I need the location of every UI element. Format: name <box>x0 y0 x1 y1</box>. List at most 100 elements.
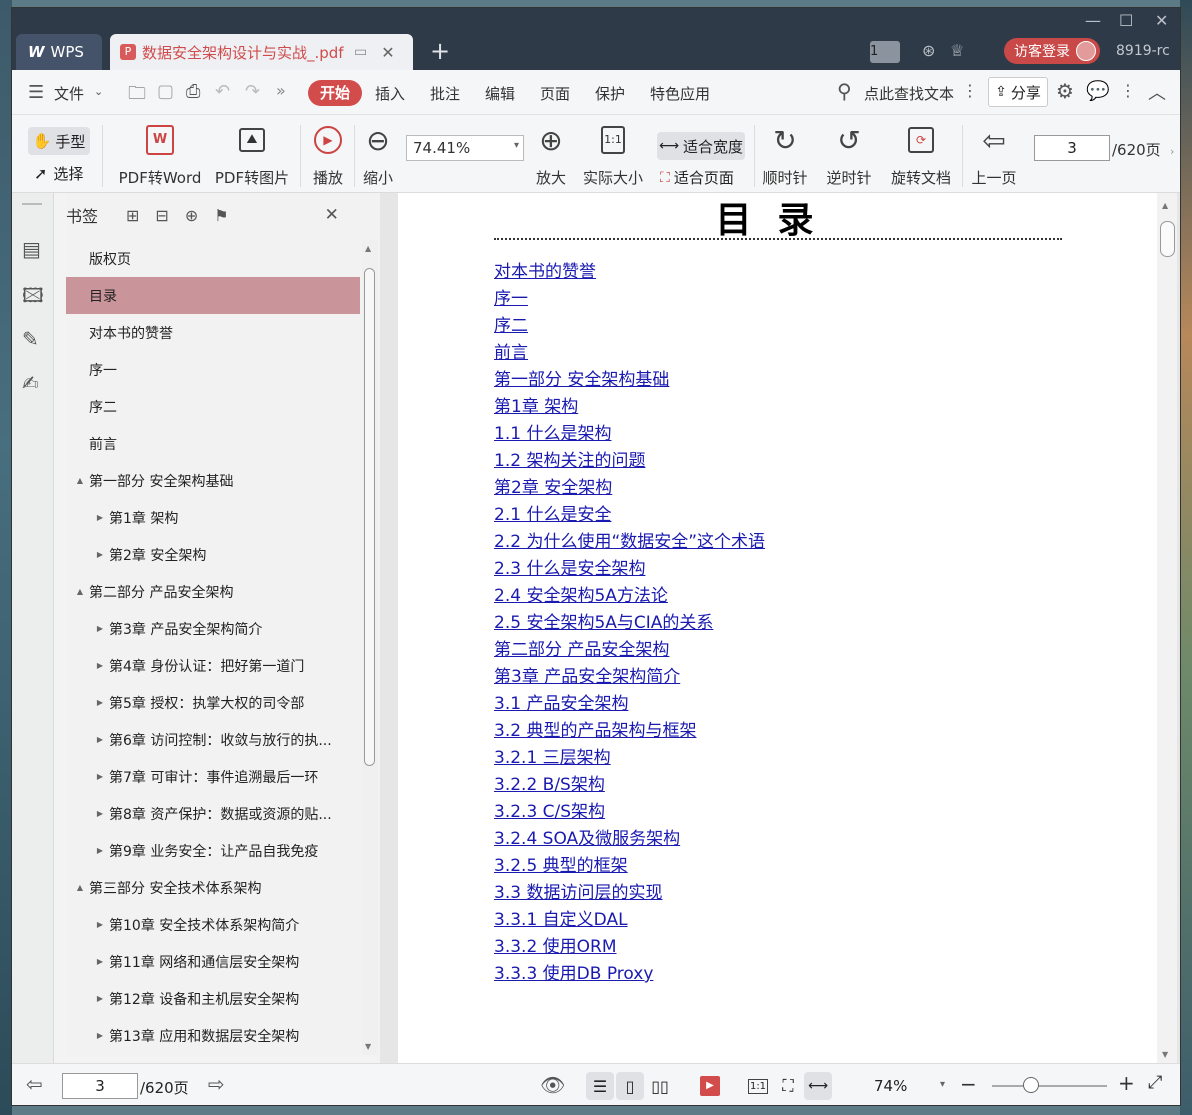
prev-page-arrow-icon[interactable]: ⇦ <box>26 1072 43 1096</box>
tab-wps-home[interactable]: W WPS <box>16 34 102 70</box>
play-button[interactable]: ▶ 播放 <box>306 123 350 188</box>
save-icon[interactable]: ▢ <box>157 81 174 102</box>
expand-toggle-icon[interactable]: ▲ <box>74 587 86 596</box>
toc-link[interactable]: 第二部分 产品安全架构 <box>494 637 765 664</box>
toc-link[interactable]: 3.3.2 使用ORM <box>494 934 765 961</box>
expand-toggle-icon[interactable]: ▲ <box>74 476 86 485</box>
expand-toggle-icon[interactable]: ▶ <box>94 698 106 707</box>
toc-link[interactable]: 3.2.4 SOA及微服务架构 <box>494 826 765 853</box>
toc-link[interactable]: 3.2.2 B/S架构 <box>494 772 765 799</box>
scroll-up-arrow-icon[interactable]: ▲ <box>365 244 371 253</box>
chevron-down-icon[interactable]: ⌄ <box>94 85 103 98</box>
two-page-view-button[interactable]: ▯▯ <box>646 1072 674 1100</box>
toc-link[interactable]: 2.4 安全架构5A方法论 <box>494 583 765 610</box>
thumbnail-icon[interactable]: 🖾 <box>22 281 44 315</box>
zoom-level-select[interactable]: 74.41% ▾ <box>406 135 524 161</box>
page-number-input[interactable]: 3 <box>1034 135 1110 161</box>
scroll-down-arrow-icon[interactable]: ▼ <box>1162 1050 1168 1059</box>
bookmark-flag-icon[interactable]: ⚑ <box>214 206 228 225</box>
zoom-slider-knob[interactable] <box>1023 1077 1039 1093</box>
expand-toggle-icon[interactable]: ▶ <box>94 1031 106 1040</box>
fit-width-status-button[interactable]: ⟷ <box>804 1072 832 1100</box>
undo-icon[interactable]: ↶ <box>215 81 230 102</box>
expand-toggle-icon[interactable]: ▶ <box>94 957 106 966</box>
toc-link[interactable]: 第3章 产品安全架构简介 <box>494 664 765 691</box>
window-count-badge[interactable]: 1 <box>870 41 900 63</box>
bookmark-item[interactable]: ▶ 第8章 资产保护：数据或资源的贴... <box>66 795 360 832</box>
scroll-up-arrow-icon[interactable]: ▲ <box>1162 201 1168 210</box>
bookmark-item[interactable]: 目录 <box>66 277 360 314</box>
more-menu-icon[interactable]: ⋮ <box>1120 81 1136 100</box>
toc-link[interactable]: 3.2.1 三层架构 <box>494 745 765 772</box>
bookmark-item[interactable]: ▶ 第3章 产品安全架构简介 <box>66 610 360 647</box>
fit-width-button[interactable]: ⟷ 适合宽度 <box>657 132 745 160</box>
hamburger-menu-icon[interactable]: ☰ <box>28 82 44 103</box>
bookmark-item[interactable]: ▶ 第12章 设备和主机层安全架构 <box>66 980 360 1017</box>
expand-toggle-icon[interactable]: ▶ <box>94 809 106 818</box>
signature-icon[interactable]: ✍ <box>22 371 39 395</box>
select-tool-button[interactable]: ➚ 选择 <box>34 163 83 184</box>
menu-start[interactable]: 开始 <box>308 80 362 106</box>
bookmark-item[interactable]: 对本书的赞誉 <box>66 314 360 351</box>
zoom-out-button[interactable]: ⊖ 缩小 <box>360 123 396 188</box>
bookmark-item[interactable]: ▶ 第13章 应用和数据层安全架构 <box>66 1017 360 1054</box>
new-tab-icon[interactable]: + <box>430 38 450 64</box>
menu-insert[interactable]: 插入 <box>375 83 405 104</box>
bookmark-item[interactable]: ▶ 第1章 架构 <box>66 499 360 536</box>
rotate-clockwise-button[interactable]: ↻ 顺时针 <box>760 123 810 188</box>
maximize-icon[interactable]: ☐ <box>1119 11 1133 30</box>
close-bookmarks-icon[interactable]: ✕ <box>325 205 339 225</box>
bookmark-item[interactable]: ▲ 第三部分 安全技术体系架构 <box>66 869 360 906</box>
collapse-ribbon-icon[interactable]: ︿ <box>1148 79 1166 105</box>
next-page-arrow-icon[interactable]: ⇨ <box>208 1072 225 1096</box>
document-scroll-thumb[interactable] <box>1160 221 1175 257</box>
toc-link[interactable]: 第一部分 安全架构基础 <box>494 367 765 394</box>
toc-link[interactable]: 序二 <box>494 313 765 340</box>
collapse-all-icon[interactable]: ⊟ <box>155 206 168 225</box>
expand-toggle-icon[interactable]: ▶ <box>94 994 106 1003</box>
bookmark-item[interactable]: ▶ 第10章 安全技术体系架构简介 <box>66 906 360 943</box>
pdf-to-word-button[interactable]: W PDF转Word <box>114 123 206 188</box>
annotation-pen-icon[interactable]: ✎ <box>22 327 39 351</box>
toc-link[interactable]: 3.3 数据访问层的实现 <box>494 880 765 907</box>
expand-all-icon[interactable]: ⊞ <box>126 206 139 225</box>
menu-edit[interactable]: 编辑 <box>485 83 515 104</box>
status-page-input[interactable]: 3 <box>62 1073 138 1099</box>
bookmark-item[interactable]: ▶ 第9章 业务安全：让产品自我免疫 <box>66 832 360 869</box>
status-zoom-value[interactable]: 74% <box>874 1077 907 1095</box>
search-icon[interactable]: ⚲ <box>837 79 852 103</box>
more-vertical-icon[interactable]: ⋮ <box>962 81 978 100</box>
toc-link[interactable]: 3.2.5 典型的框架 <box>494 853 765 880</box>
settings-gear-icon[interactable]: ⚙ <box>1056 79 1074 103</box>
hand-tool-button[interactable]: ✋ 手型 <box>28 127 90 155</box>
skin-icon[interactable]: ⊛ <box>922 41 935 60</box>
expand-toggle-icon[interactable]: ▶ <box>94 846 106 855</box>
expand-toggle-icon[interactable]: ▶ <box>94 772 106 781</box>
bookmark-item[interactable]: ▲ 第一部分 安全架构基础 <box>66 462 360 499</box>
close-tab-icon[interactable]: ✕ <box>381 43 394 62</box>
toc-link[interactable]: 1.1 什么是架构 <box>494 421 765 448</box>
ribbon-more-icon[interactable]: › <box>1170 145 1174 158</box>
document-scrollbar[interactable]: ▲ ▼ <box>1157 193 1177 1063</box>
single-page-view-button[interactable]: ▯ <box>616 1072 644 1100</box>
pdf-to-image-button[interactable]: ⛰ PDF转图片 <box>212 123 292 188</box>
menu-annotate[interactable]: 批注 <box>430 83 460 104</box>
bookmark-item[interactable]: ▶ 第5章 授权：执掌大权的司令部 <box>66 684 360 721</box>
actual-size-button[interactable]: 1:1 实际大小 <box>580 123 646 188</box>
expand-toggle-icon[interactable]: ▶ <box>94 661 106 670</box>
toc-link[interactable]: 3.3.1 自定义DAL <box>494 907 765 934</box>
fullscreen-icon[interactable]: ⤢ <box>1148 1072 1162 1093</box>
rotate-counterclockwise-button[interactable]: ↺ 逆时针 <box>824 123 874 188</box>
bookmark-item[interactable]: ▶ 第11章 网络和通信层安全架构 <box>66 943 360 980</box>
expand-toggle-icon[interactable]: ▶ <box>94 735 106 744</box>
expand-toggle-icon[interactable]: ▶ <box>94 920 106 929</box>
zoom-slider-track[interactable] <box>992 1085 1107 1087</box>
zoom-minus-icon[interactable]: − <box>960 1072 977 1096</box>
toc-link[interactable]: 3.2.3 C/S架构 <box>494 799 765 826</box>
previous-page-button[interactable]: ⇦ 上一页 <box>968 123 1020 188</box>
expand-toggle-icon[interactable]: ▶ <box>94 513 106 522</box>
pin-tab-icon[interactable]: ▭ <box>354 44 367 60</box>
drag-handle[interactable] <box>22 203 42 205</box>
expand-toggle-icon[interactable]: ▶ <box>94 624 106 633</box>
zoom-in-button[interactable]: ⊕ 放大 <box>534 123 568 188</box>
